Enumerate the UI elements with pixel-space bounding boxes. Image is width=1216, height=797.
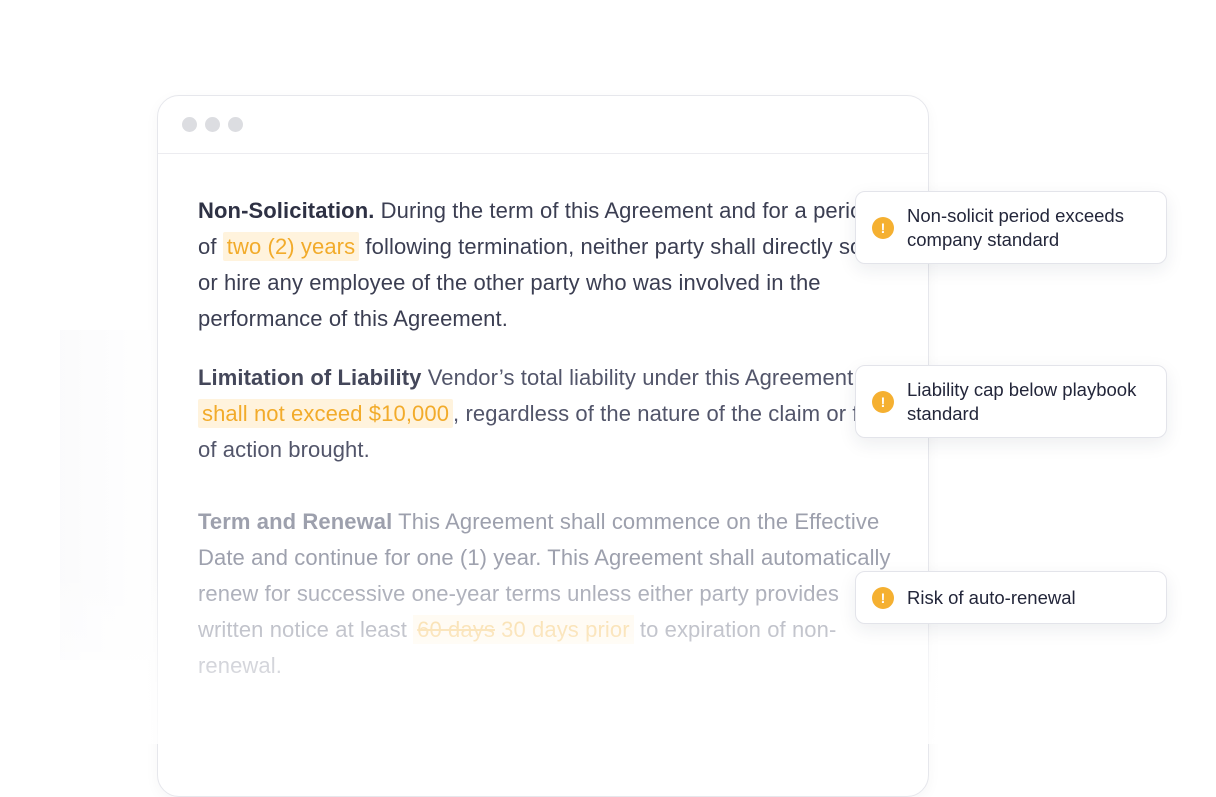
redline-edit[interactable]: 60 days 30 days prior <box>413 615 634 644</box>
clause-text: Vendor’s total liability under this Agre… <box>421 365 854 390</box>
side-shadow-decoration <box>60 330 160 660</box>
annotation-text: Risk of auto-renewal <box>907 586 1076 608</box>
window-dot-maximize[interactable] <box>228 117 243 132</box>
flagged-highlight[interactable]: two (2) years <box>222 232 360 261</box>
window-dot-close[interactable] <box>182 117 197 132</box>
annotation-card-auto-renewal[interactable]: ! Risk of auto-renewal <box>855 571 1167 624</box>
struck-text: 60 days <box>417 617 495 642</box>
annotation-card-non-solicit[interactable]: ! Non-solicit period exceeds company sta… <box>855 191 1167 264</box>
flagged-highlight[interactable]: shall not exceed $10,000 <box>198 399 454 428</box>
clause-term-and-renewal: Term and Renewal This Agreement shall co… <box>198 504 898 684</box>
window-controls <box>182 117 243 132</box>
warning-icon: ! <box>872 216 894 239</box>
window-titlebar <box>158 96 928 154</box>
clause-heading: Term and Renewal <box>198 509 393 534</box>
clause-limitation-of-liability: Limitation of Liability Vendor’s total l… <box>198 360 898 468</box>
clause-non-solicitation: Non-Solicitation. During the term of thi… <box>198 193 898 337</box>
warning-icon: ! <box>872 586 894 609</box>
clause-heading: Limitation of Liability <box>198 365 422 390</box>
window-dot-minimize[interactable] <box>205 117 220 132</box>
clause-heading: Non-Solicitation. <box>198 198 375 223</box>
inserted-text: 30 days prior <box>494 617 630 642</box>
contract-document: Non-Solicitation. During the term of thi… <box>198 193 898 684</box>
annotation-text: Liability cap below playbook standard <box>907 378 1137 424</box>
warning-icon: ! <box>872 390 894 413</box>
annotation-card-liability[interactable]: ! Liability cap below playbook standard <box>855 365 1167 438</box>
annotation-text: Non-solicit period exceeds company stand… <box>907 204 1124 250</box>
